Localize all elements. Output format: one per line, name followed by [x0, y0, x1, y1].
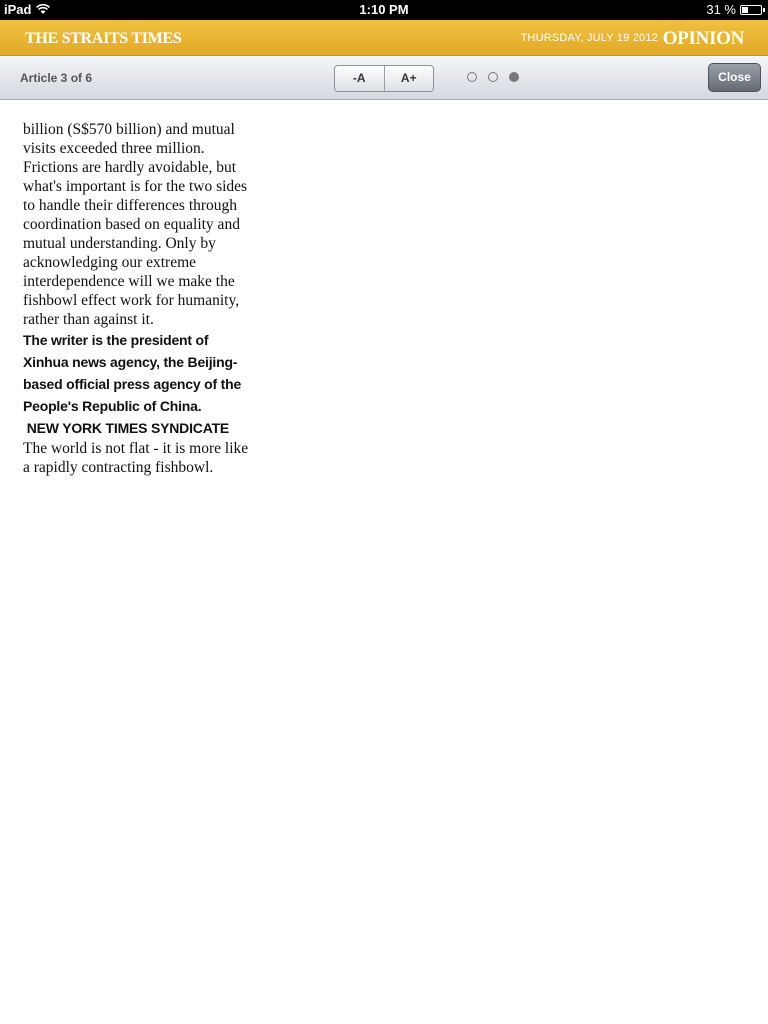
decrease-font-button[interactable]: -A: [335, 66, 384, 91]
syndicate-credit: NEW YORK TIMES SYNDICATE: [23, 420, 230, 436]
status-right: 31 %: [706, 2, 765, 17]
edition-date: THURSDAY, JULY 19 2012: [520, 32, 658, 44]
battery-icon: [740, 5, 765, 15]
battery-level: [742, 7, 748, 13]
font-size-controls: -A A+: [334, 65, 434, 92]
article-counter: Article 3 of 6: [20, 71, 93, 85]
article-paragraph: billion (S$570 billion) and mutual visit…: [23, 121, 235, 157]
article-body: billion (S$570 billion) and mutual visit…: [23, 120, 255, 477]
brand-logo: THE STRAITS TIMES: [25, 30, 182, 47]
page-dot[interactable]: [488, 72, 498, 82]
close-button[interactable]: Close: [708, 63, 761, 92]
increase-font-button[interactable]: A+: [383, 66, 434, 91]
author-note: The writer is the president of Xinhua ne…: [23, 332, 242, 414]
battery-percent: 31 %: [706, 2, 736, 17]
article-toolbar: Article 3 of 6 -A A+ Close: [0, 57, 768, 100]
status-bar: iPad 1:10 PM 31 %: [0, 0, 768, 20]
section-title: OPINION: [662, 28, 745, 49]
status-time: 1:10 PM: [359, 2, 409, 17]
page-dot[interactable]: [509, 72, 519, 82]
page-dot[interactable]: [467, 72, 477, 82]
page-indicator: [467, 72, 519, 82]
masthead: THE STRAITS TIMES THURSDAY, JULY 19 2012…: [0, 20, 768, 56]
closing-paragraph: The world is not flat - it is more like …: [23, 440, 249, 476]
article-paragraph: Frictions are hardly avoidable, but what…: [23, 159, 248, 328]
